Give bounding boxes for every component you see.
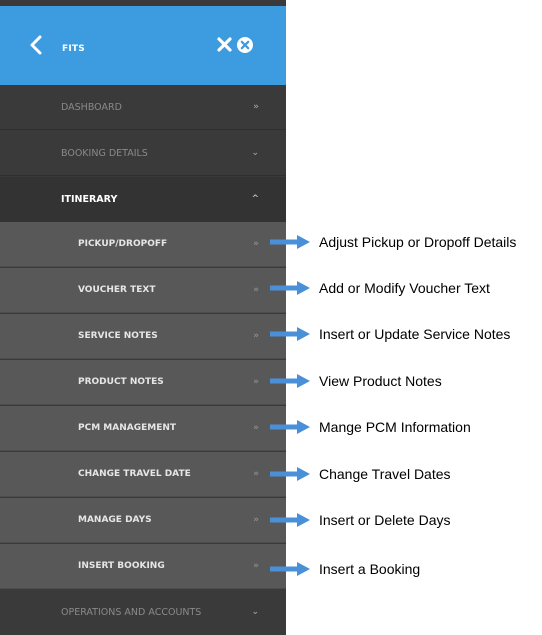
arrow-right-icon [270,327,310,341]
double-chevron-right-icon: » [253,423,259,433]
header-title: FITS [62,44,85,54]
annotation-text: Change Travel Dates [319,466,451,482]
arrow-right-icon [270,467,310,481]
menu-item-label: ITINERARY [61,194,118,205]
chevron-down-icon: ⌄ [251,148,259,158]
arrow-right-icon [270,374,310,388]
menu-item-booking-details[interactable]: BOOKING DETAILS ⌄ [0,131,286,176]
arrow-right-icon [270,281,310,295]
menu-item-itinerary[interactable]: ITINERARY ^ [0,177,286,222]
submenu-item-label: PRODUCT NOTES [78,377,164,387]
menu-item-dashboard[interactable]: DASHBOARD » [0,85,286,130]
menu-item-label: DASHBOARD [61,102,122,113]
submenu-item-label: MANAGE DAYS [78,515,152,525]
annotation-text: Insert a Booking [319,561,421,577]
submenu-item-voucher-text[interactable]: VOUCHER TEXT » [0,268,286,313]
chevron-up-icon: ^ [251,194,259,204]
submenu-item-manage-days[interactable]: MANAGE DAYS » [0,498,286,543]
close-circle-icon[interactable] [236,36,254,54]
annotation-text: Insert or Delete Days [319,512,451,528]
close-icon[interactable] [216,36,233,53]
annotation-text: View Product Notes [319,373,442,389]
annotation-text: Adjust Pickup or Dropoff Details [319,234,517,250]
submenu-item-label: SERVICE NOTES [78,331,158,341]
side-menu-panel: FITS DASHBOARD » BOOKING DETAILS ⌄ ITINE… [0,0,286,635]
arrow-right-icon [270,420,310,434]
double-chevron-right-icon: » [253,285,259,295]
menu-item-operations-and-accounts[interactable]: OPERATIONS AND ACCOUNTS ⌄ [0,590,286,635]
annotation-text: Add or Modify Voucher Text [319,280,490,296]
menu-item-label: OPERATIONS AND ACCOUNTS [61,607,202,618]
arrow-right-icon [270,513,310,527]
menu-item-label: BOOKING DETAILS [61,148,148,159]
double-chevron-right-icon: » [253,102,259,112]
annotation-text: Insert or Update Service Notes [319,326,511,342]
submenu-item-service-notes[interactable]: SERVICE NOTES » [0,314,286,359]
arrow-right-icon [270,235,310,249]
submenu-item-product-notes[interactable]: PRODUCT NOTES » [0,360,286,405]
back-chevron-icon[interactable] [28,34,44,56]
submenu-item-change-travel-date[interactable]: CHANGE TRAVEL DATE » [0,452,286,497]
submenu-item-pickup-dropoff[interactable]: PICKUP/DROPOFF » [0,222,286,267]
submenu-item-label: PCM MANAGEMENT [78,423,177,433]
submenu-item-pcm-management[interactable]: PCM MANAGEMENT » [0,406,286,451]
submenu-item-insert-booking[interactable]: INSERT BOOKING » [0,544,286,589]
double-chevron-right-icon: » [253,561,259,571]
annotation-text: Mange PCM Information [319,419,471,435]
submenu-item-label: VOUCHER TEXT [78,285,156,295]
arrow-right-icon [270,562,310,576]
submenu-item-label: CHANGE TRAVEL DATE [78,469,191,479]
submenu-item-label: INSERT BOOKING [78,561,165,571]
double-chevron-right-icon: » [253,469,259,479]
chevron-down-icon: ⌄ [251,607,259,617]
double-chevron-right-icon: » [253,331,259,341]
double-chevron-right-icon: » [253,515,259,525]
double-chevron-right-icon: » [253,377,259,387]
menu-header: FITS [0,6,286,85]
double-chevron-right-icon: » [253,239,259,249]
submenu-item-label: PICKUP/DROPOFF [78,239,168,249]
